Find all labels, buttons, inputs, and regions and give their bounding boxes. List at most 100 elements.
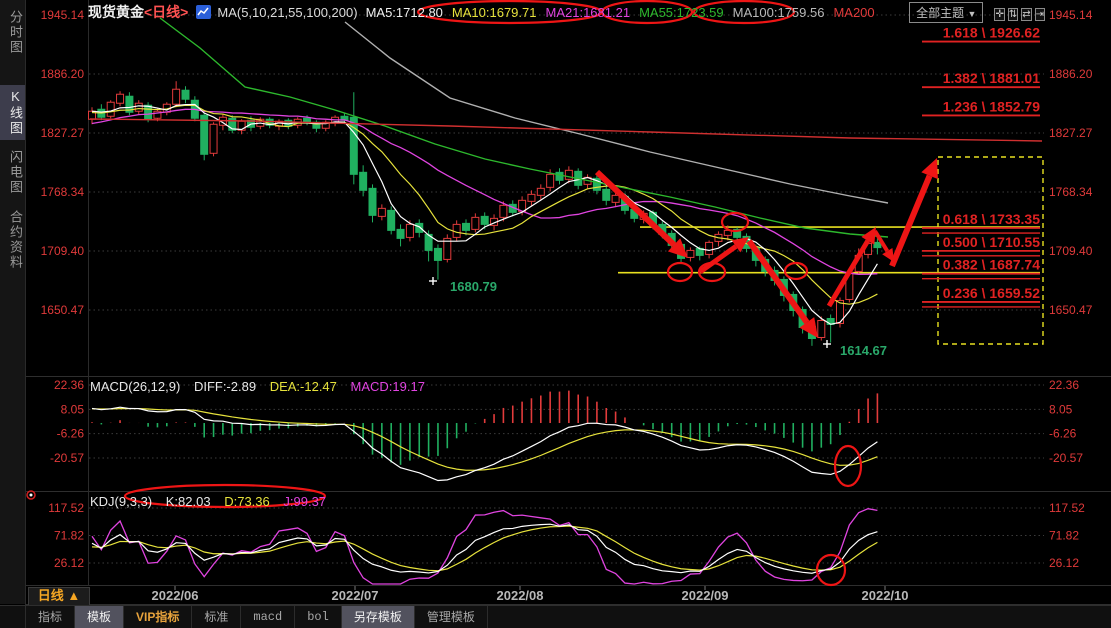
candle-body [416, 223, 423, 232]
sidebar-item-0[interactable]: 分时图 [0, 6, 25, 59]
period-selector-button[interactable]: 日线 ▲ [28, 587, 90, 606]
toolbar-tab-6[interactable]: 另存模板 [342, 606, 415, 628]
chart-tool-icons: ✛ ⇅⇄ ⇥ [991, 4, 1045, 22]
candle-body [117, 94, 124, 103]
crosshair-icon[interactable]: ✛ [994, 8, 1004, 21]
axis-label-left: 1827.27 [41, 126, 85, 140]
candle-body [472, 217, 479, 229]
fib-label-1.236: 1.236 \ 1852.79 [943, 98, 1041, 114]
toolbar-tab-5[interactable]: bol [295, 606, 342, 628]
axis-label-left: 8.05 [61, 402, 85, 416]
chart-header: 现货黄金 <日线> MA(5,10,21,55,100,200) MA5:171… [88, 2, 884, 22]
candle-body [406, 224, 413, 237]
toolbar-tab-2[interactable]: VIP指标 [124, 606, 192, 628]
ma-values: MA5:1712.80MA10:1679.71MA21:1681.21MA55:… [366, 5, 884, 20]
fib-label-1.382: 1.382 \ 1881.01 [943, 70, 1041, 86]
axis-label-right: 1827.27 [1049, 126, 1093, 140]
low-price-label: 1614.67 [840, 343, 887, 358]
theme-dropdown[interactable]: 全部主题 ▼ [909, 2, 983, 23]
candle-body [135, 103, 142, 111]
candle-body [818, 320, 825, 337]
axis-label-right: 1709.40 [1049, 244, 1093, 258]
candle-body [369, 188, 376, 215]
candle-body [481, 216, 488, 224]
kdj-j-line [92, 509, 877, 584]
toolbar-tab-0[interactable]: 指标 [25, 606, 75, 628]
axis-label-right: 1650.47 [1049, 303, 1093, 317]
candle-body [182, 90, 189, 99]
axis-label-right: 117.52 [1049, 501, 1085, 515]
toolbar-tab-3[interactable]: 标准 [192, 606, 241, 628]
toolbar-tab-7[interactable]: 管理模板 [415, 606, 488, 628]
candle-body [528, 194, 535, 201]
sidebar-item-2[interactable]: 闪电图 [0, 146, 25, 199]
axis-label-left: 1650.47 [41, 303, 85, 317]
candle-body [537, 188, 544, 195]
kdj-k-value: K:82.03 [166, 494, 211, 509]
sidebar-item-1[interactable]: K线图 [0, 85, 25, 140]
fib-label-0.500: 0.500 \ 1710.55 [943, 234, 1041, 250]
axis-label-left: -6.26 [57, 427, 85, 441]
candle-body [388, 210, 395, 230]
axis-label-left: 1768.34 [41, 185, 85, 199]
chart-type-icon[interactable] [196, 5, 211, 19]
candle-body [874, 242, 881, 247]
axis-label-left: 1886.20 [41, 67, 85, 81]
macd-macd-value: MACD:19.17 [351, 379, 425, 394]
axis-label-right: 71.82 [1049, 529, 1079, 543]
macd-panel-header: MACD(26,12,9) DIFF:-2.89 DEA:-12.47 MACD… [90, 379, 435, 394]
trading-app-window: 1945.141945.141886.201886.201827.271827.… [0, 0, 1111, 628]
toolbar-tab-4[interactable]: macd [241, 606, 295, 628]
ma-value-2: MA21:1681.21 [546, 5, 631, 20]
candle-body [687, 250, 694, 257]
candle-body [463, 223, 470, 230]
date-label: 2022/07 [332, 588, 379, 603]
axis-label-right: -20.57 [1049, 451, 1083, 465]
kdj-panel-header: KDJ(9,3,3) K:82.03 D:73.36 J:99.37 [90, 494, 336, 509]
chevron-down-icon: ▼ [968, 9, 977, 19]
toolbar-tab-1[interactable]: 模板 [75, 606, 124, 628]
left-sidebar: 分时图 K线图闪电图合约资料 [0, 0, 26, 604]
axis-label-left: 26.12 [54, 556, 84, 570]
candle-body [378, 208, 385, 216]
axis-label-left: 1945.14 [41, 8, 85, 22]
kdj-panel-marker-icon [30, 494, 33, 497]
fib-label-0.382: 0.382 \ 1687.74 [943, 257, 1041, 273]
ma-value-4: MA100:1759.56 [733, 5, 825, 20]
date-label: 2022/10 [862, 588, 909, 603]
axis-label-right: 1768.34 [1049, 185, 1093, 199]
candle-body [612, 195, 619, 202]
kdj-j-value: J:99.37 [283, 494, 326, 509]
fit-horizontal-axis-icon[interactable]: ⇄ [1021, 8, 1031, 21]
chart-canvas: 1945.141945.141886.201886.201827.271827.… [0, 0, 1111, 628]
annotation-arrow-shaft [892, 176, 930, 266]
fit-vertical-axis-icon[interactable]: ⇅ [1008, 8, 1018, 21]
candle-body [304, 118, 311, 122]
candle-body [706, 242, 713, 254]
macd-diff-value: DIFF:-2.89 [194, 379, 256, 394]
exit-icon[interactable]: ⇥ [1035, 8, 1045, 21]
bottom-toolbar: 指标模板VIP指标标准macdbol另存模板管理模板 [0, 605, 1111, 628]
date-label: 2022/06 [152, 588, 199, 603]
axis-label-left: 22.36 [54, 378, 84, 392]
axis-label-right: 8.05 [1049, 402, 1073, 416]
sidebar-item-3[interactable]: 合约资料 [0, 206, 25, 274]
axis-label-right: 26.12 [1049, 556, 1079, 570]
fib-label-0.236: 0.236 \ 1659.52 [943, 285, 1041, 301]
candle-body [500, 205, 507, 217]
symbol-title: 现货黄金 [88, 2, 144, 22]
kdj-title: KDJ(9,3,3) [90, 494, 152, 509]
kdj-k-line [92, 524, 877, 573]
top-right-controls: 全部主题 ▼ ✛ ⇅⇄ ⇥ [909, 2, 1045, 23]
ma-value-3: MA55:1723.59 [639, 5, 724, 20]
kdj-d-value: D:73.36 [224, 494, 270, 509]
axis-label-left: 117.52 [48, 501, 84, 515]
axis-label-right: 22.36 [1049, 378, 1079, 392]
date-label: 2022/08 [497, 588, 544, 603]
macd-dea-value: DEA:-12.47 [270, 379, 337, 394]
date-label: 2022/09 [682, 588, 729, 603]
fib-label-0.618: 0.618 \ 1733.35 [943, 211, 1041, 227]
candle-body [173, 89, 180, 104]
candle-body [360, 172, 367, 190]
candle-body [397, 229, 404, 238]
